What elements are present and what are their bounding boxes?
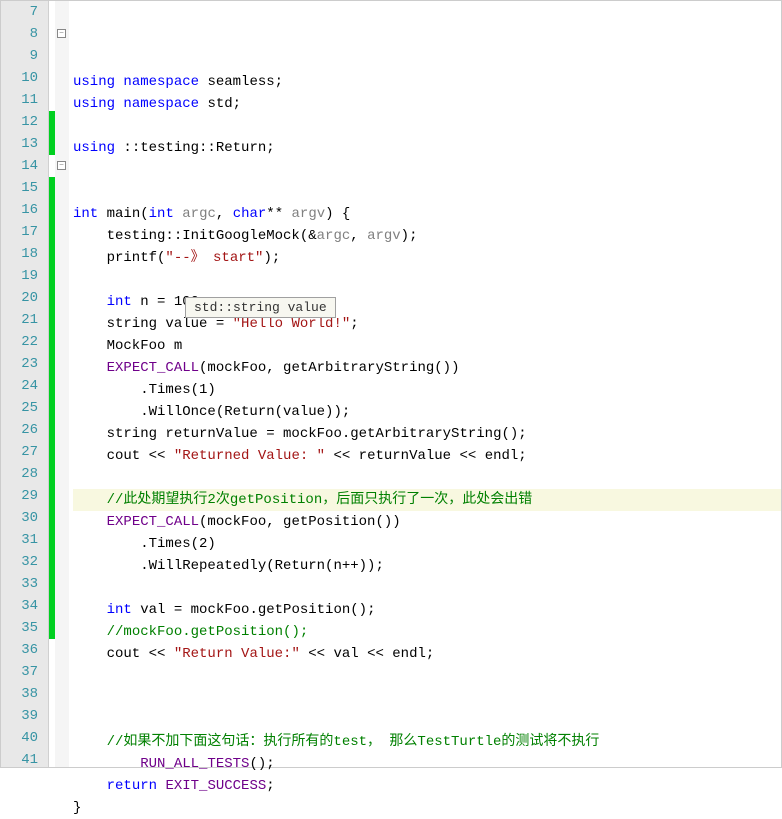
line-number: 18 [1, 243, 48, 265]
code-line[interactable]: EXPECT_CALL(mockFoo, getArbitraryString(… [73, 357, 781, 379]
code-line[interactable] [73, 269, 781, 291]
code-line[interactable]: int n = 100; [73, 291, 781, 313]
code-line[interactable]: .Times(2) [73, 533, 781, 555]
code-line[interactable]: EXPECT_CALL(mockFoo, getPosition()) [73, 511, 781, 533]
code-area[interactable]: std::string value using namespace seamle… [69, 1, 781, 767]
code-line[interactable]: int val = mockFoo.getPosition(); [73, 599, 781, 621]
line-number: 39 [1, 705, 48, 727]
line-number: 11 [1, 89, 48, 111]
code-line[interactable] [73, 709, 781, 731]
code-line[interactable]: using namespace std; [73, 93, 781, 115]
line-number: 36 [1, 639, 48, 661]
code-line[interactable]: int main(int argc, char** argv) { [73, 203, 781, 225]
line-number: 37 [1, 661, 48, 683]
code-line[interactable]: testing::InitGoogleMock(&argc, argv); [73, 225, 781, 247]
line-number: 26 [1, 419, 48, 441]
line-number: 32 [1, 551, 48, 573]
code-line[interactable]: //此处期望执行2次getPosition，后面只执行了一次，此处会出错 [73, 489, 781, 511]
code-line[interactable]: printf("--》 start"); [73, 247, 781, 269]
code-line[interactable]: //mockFoo.getPosition(); [73, 621, 781, 643]
line-number: 24 [1, 375, 48, 397]
code-line[interactable]: RUN_ALL_TESTS(); [73, 753, 781, 775]
line-number: 8 [1, 23, 48, 45]
code-line[interactable]: cout << "Returned Value: " << returnValu… [73, 445, 781, 467]
code-line[interactable]: cout << "Return Value:" << val << endl; [73, 643, 781, 665]
code-line[interactable]: string value = "Hello World!"; [73, 313, 781, 335]
code-line[interactable]: using namespace seamless; [73, 71, 781, 93]
code-line[interactable]: //如果不加下面这句话：执行所有的test， 那么TestTurtle的测试将不… [73, 731, 781, 753]
line-number: 17 [1, 221, 48, 243]
code-line[interactable] [73, 181, 781, 203]
line-number: 34 [1, 595, 48, 617]
line-number: 12 [1, 111, 48, 133]
code-line[interactable]: } [73, 797, 781, 819]
fold-column: −− [55, 1, 69, 767]
code-line[interactable]: .WillRepeatedly(Return(n++)); [73, 555, 781, 577]
code-line[interactable]: .WillOnce(Return(value)); [73, 401, 781, 423]
code-line[interactable] [73, 687, 781, 709]
code-line[interactable]: return EXIT_SUCCESS; [73, 775, 781, 797]
code-line[interactable]: using ::testing::Return; [73, 137, 781, 159]
code-line[interactable] [73, 665, 781, 687]
hover-tooltip: std::string value [185, 297, 336, 318]
line-number: 23 [1, 353, 48, 375]
line-number: 9 [1, 45, 48, 67]
line-number: 14 [1, 155, 48, 177]
code-line[interactable]: .Times(1) [73, 379, 781, 401]
line-number: 21 [1, 309, 48, 331]
line-number: 35 [1, 617, 48, 639]
code-line[interactable] [73, 49, 781, 71]
code-line[interactable] [73, 467, 781, 489]
fold-toggle-icon[interactable]: − [57, 29, 66, 38]
line-number: 10 [1, 67, 48, 89]
line-number: 25 [1, 397, 48, 419]
line-number: 28 [1, 463, 48, 485]
line-number: 27 [1, 441, 48, 463]
fold-toggle-icon[interactable]: − [57, 161, 66, 170]
line-number: 22 [1, 331, 48, 353]
line-number: 38 [1, 683, 48, 705]
code-line[interactable] [73, 159, 781, 181]
line-number: 29 [1, 485, 48, 507]
code-line[interactable] [73, 577, 781, 599]
code-line[interactable]: string returnValue = mockFoo.getArbitrar… [73, 423, 781, 445]
line-number: 15 [1, 177, 48, 199]
line-number-gutter: 7891011121314151617181920212223242526272… [1, 1, 49, 767]
line-number: 16 [1, 199, 48, 221]
line-number: 31 [1, 529, 48, 551]
line-number: 19 [1, 265, 48, 287]
code-line[interactable] [73, 115, 781, 137]
line-number: 20 [1, 287, 48, 309]
line-number: 30 [1, 507, 48, 529]
line-number: 7 [1, 1, 48, 23]
line-number: 13 [1, 133, 48, 155]
code-line[interactable]: MockFoo m [73, 335, 781, 357]
line-number: 40 [1, 727, 48, 749]
line-number: 33 [1, 573, 48, 595]
code-editor[interactable]: 7891011121314151617181920212223242526272… [1, 1, 781, 767]
